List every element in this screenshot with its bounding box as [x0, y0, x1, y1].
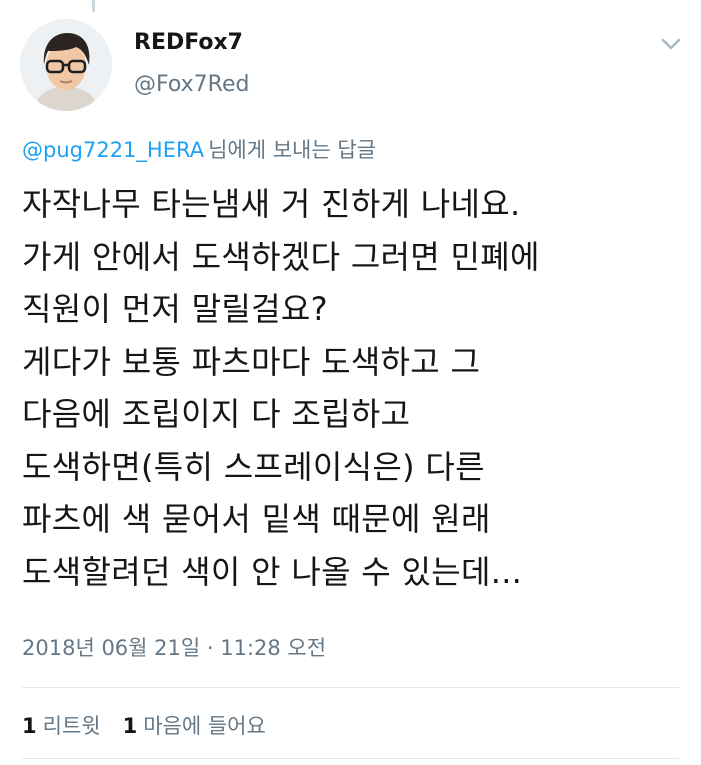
tweet-line: 도색할려던 색이 안 나올 수 있는데...	[22, 552, 523, 591]
avatar[interactable]	[20, 19, 112, 111]
tweet-line: 직원이 먼저 말릴걸요?	[22, 290, 328, 328]
tweet-timestamp[interactable]: 2018년 06월 21일 · 11:28 오전	[22, 632, 326, 662]
tweet-line: 게다가 보통 파츠마다 도색하고 그	[22, 342, 481, 381]
thread-connector-line	[92, 0, 95, 12]
reply-suffix-text: 님에게 보내는 답글	[208, 138, 377, 162]
reply-mention-link[interactable]: @pug7221_HERA	[22, 138, 204, 162]
tweet-stats: 1 리트윗 1 마음에 들어요	[22, 710, 288, 740]
like-count[interactable]: 1	[123, 714, 138, 738]
retweet-label[interactable]: 리트윗	[43, 714, 101, 738]
reply-context: @pug7221_HERA 님에게 보내는 답글	[22, 134, 376, 164]
divider	[22, 687, 679, 688]
like-label[interactable]: 마음에 들어요	[143, 714, 266, 738]
author-handle[interactable]: @Fox7Red	[134, 72, 249, 97]
tweet-line: 파츠에 색 묻어서 밑색 때문에 원래	[22, 500, 491, 538]
tweet-text: 자작나무 타는냄새 거 진하게 나네요. 가게 안에서 도색하겠다 그러면 민폐…	[22, 178, 692, 598]
tweet-line: 자작나무 타는냄새 거 진하게 나네요.	[22, 185, 521, 223]
tweet-line: 가게 안에서 도색하겠다 그러면 민폐에	[22, 237, 540, 276]
author-display-name[interactable]: REDFox7	[134, 30, 243, 55]
chevron-down-icon[interactable]	[657, 30, 685, 58]
tweet-line: 다음에 조립이지 다 조립하고	[22, 395, 411, 433]
tweet-line: 도색하면(특히 스프레이식은) 다른	[22, 447, 485, 486]
divider	[22, 758, 679, 759]
avatar-person-icon	[20, 19, 112, 111]
retweet-count[interactable]: 1	[22, 714, 37, 738]
